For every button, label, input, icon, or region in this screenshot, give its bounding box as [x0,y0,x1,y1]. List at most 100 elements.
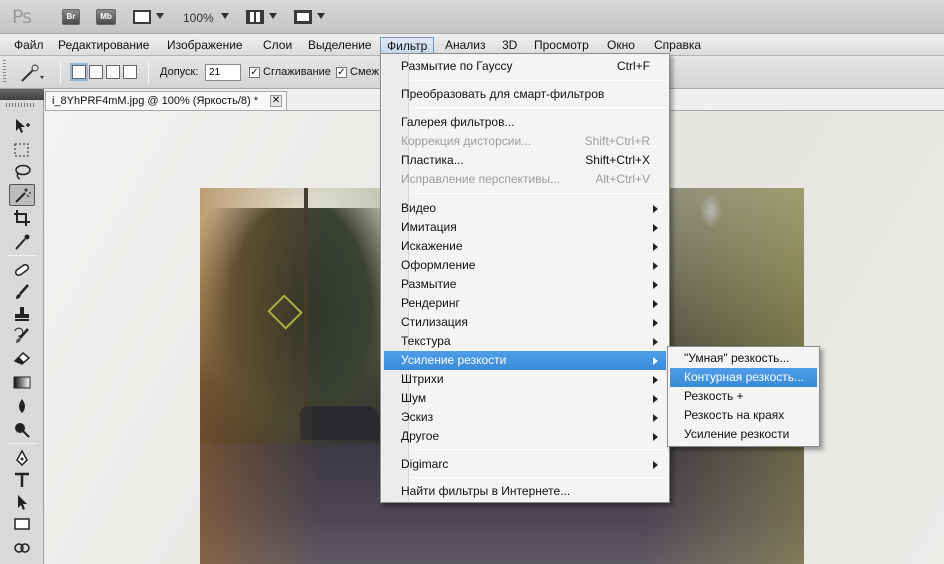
menu-separator [410,477,667,478]
menu-item-video[interactable]: Видео [384,199,666,218]
menu-separator [410,193,667,194]
document-tab[interactable]: i_8YhPRF4mM.jpg @ 100% (Яркость/8) * ✕ [45,91,288,110]
menu-item-noise[interactable]: Шум [384,389,666,408]
pen-tool-icon[interactable] [9,447,35,469]
menu-select[interactable]: Выделение [302,37,378,54]
menu-item-label: Штрихи [401,372,444,386]
gradient-tool-icon[interactable] [9,371,35,393]
menu-item-filter-gallery[interactable]: Галерея фильтров... [384,113,666,132]
menu-item-digimarc[interactable]: Digimarc [384,455,666,474]
menu-item-blur[interactable]: Размытие [384,275,666,294]
menu-item-pixelate[interactable]: Оформление [384,256,666,275]
zoom-level[interactable]: 100% [183,11,214,25]
path-selection-tool-icon[interactable] [9,491,35,513]
shortcut-label: Shift+Ctrl+X [585,153,650,167]
separator [148,62,149,84]
submenu-item-smart-sharpen[interactable]: "Умная" резкость... [670,349,817,368]
type-tool-icon[interactable] [9,469,35,491]
tools-panel-header[interactable] [0,89,44,100]
add-to-selection-icon[interactable] [89,65,103,79]
dodge-tool-icon[interactable] [9,419,35,441]
move-tool-icon[interactable] [9,115,35,137]
menu-item-sharpen[interactable]: Усиление резкости [384,351,666,370]
menu-item-label: Рендеринг [401,296,460,310]
menu-item-other[interactable]: Другое [384,427,666,446]
photoshop-logo: Ps [12,6,32,28]
healing-brush-tool-icon[interactable] [9,259,35,281]
menu-item-render[interactable]: Рендеринг [384,294,666,313]
menu-item-label: Другое [401,429,440,443]
submenu-arrow-icon [653,281,658,289]
menu-item-brush-strokes[interactable]: Штрихи [384,370,666,389]
antialias-checkbox[interactable]: ✓ [249,67,260,78]
chevron-down-icon[interactable] [269,13,277,19]
rectangle-tool-icon[interactable] [9,513,35,535]
extras-icon[interactable] [133,10,151,24]
image-left-tint [200,188,320,564]
menu-item-distort[interactable]: Искажение [384,237,666,256]
submenu-item-sharpen[interactable]: Усиление резкости [670,425,817,444]
menu-item-label: Имитация [401,220,457,234]
menu-item-artistic[interactable]: Имитация [384,218,666,237]
menu-view[interactable]: Просмотр [528,37,595,54]
menu-item-gaussian-blur[interactable]: Размытие по Гауссу Ctrl+F [384,57,666,76]
menu-item-sketch[interactable]: Эскиз [384,408,666,427]
crop-tool-icon[interactable] [9,207,35,229]
subtract-from-selection-icon[interactable] [106,65,120,79]
menu-image[interactable]: Изображение [161,37,249,54]
chevron-down-icon[interactable] [221,13,229,19]
blur-tool-icon[interactable] [9,395,35,417]
menu-item-label: Преобразовать для смарт-фильтров [401,87,605,101]
chevron-down-icon[interactable] [156,13,164,19]
menu-separator [410,449,667,450]
magic-wand-preset-icon[interactable] [16,62,46,84]
bridge-button[interactable]: Br [62,9,80,25]
lasso-tool-icon[interactable] [9,161,35,183]
submenu-arrow-icon [653,395,658,403]
marquee-tool-icon[interactable] [9,139,35,161]
shortcut-label: Ctrl+F [617,59,650,73]
menu-item-label: Коррекция дисторсии... [401,134,532,148]
menu-separator [410,107,667,108]
clone-stamp-tool-icon[interactable] [9,303,35,325]
menu-item-browse-filters-online[interactable]: Найти фильтры в Интернете... [384,482,666,501]
menu-item-convert-smart-filters[interactable]: Преобразовать для смарт-фильтров [384,85,666,104]
history-brush-tool-icon[interactable] [9,325,35,347]
submenu-arrow-icon [653,243,658,251]
intersect-selection-icon[interactable] [123,65,137,79]
eraser-tool-icon[interactable] [9,347,35,369]
tools-panel-grip[interactable] [6,103,34,107]
menu-edit[interactable]: Редактирование [52,37,155,54]
submenu-item-unsharp-mask[interactable]: Контурная резкость... [670,368,817,387]
shortcut-label: Alt+Ctrl+V [595,172,650,186]
mini-bridge-button[interactable]: Mb [96,9,116,25]
eyedropper-tool-icon[interactable] [9,231,35,253]
submenu-arrow-icon [653,357,658,365]
brush-tool-icon[interactable] [9,281,35,303]
menu-help[interactable]: Справка [648,37,707,54]
menu-window[interactable]: Окно [601,37,641,54]
submenu-item-sharpen-more[interactable]: Резкость + [670,387,817,406]
menu-3d[interactable]: 3D [496,37,523,54]
menu-item-stylize[interactable]: Стилизация [384,313,666,332]
new-selection-icon[interactable] [72,65,86,79]
3d-rotate-tool-icon[interactable] [9,537,35,559]
submenu-arrow-icon [653,414,658,422]
chevron-down-icon[interactable] [317,13,325,19]
arrange-documents-icon[interactable] [246,10,264,24]
magic-wand-tool-icon[interactable] [9,184,35,206]
menu-layers[interactable]: Слои [257,37,298,54]
submenu-item-sharpen-edges[interactable]: Резкость на краях [670,406,817,425]
menu-filter[interactable]: Фильтр [380,37,435,54]
tolerance-input[interactable] [205,64,241,81]
screen-mode-icon[interactable] [294,10,312,24]
menu-item-label: Размытие по Гауссу [401,59,513,73]
menu-file[interactable]: Файл [8,37,50,54]
contiguous-checkbox[interactable]: ✓ [336,67,347,78]
menu-analysis[interactable]: Анализ [439,37,492,54]
menu-item-texture[interactable]: Текстура [384,332,666,351]
antialias-label: Сглаживание [263,66,331,78]
close-icon[interactable]: ✕ [270,95,283,107]
options-bar-grip[interactable] [3,60,6,84]
menu-item-liquify[interactable]: Пластика... Shift+Ctrl+X [384,151,666,170]
